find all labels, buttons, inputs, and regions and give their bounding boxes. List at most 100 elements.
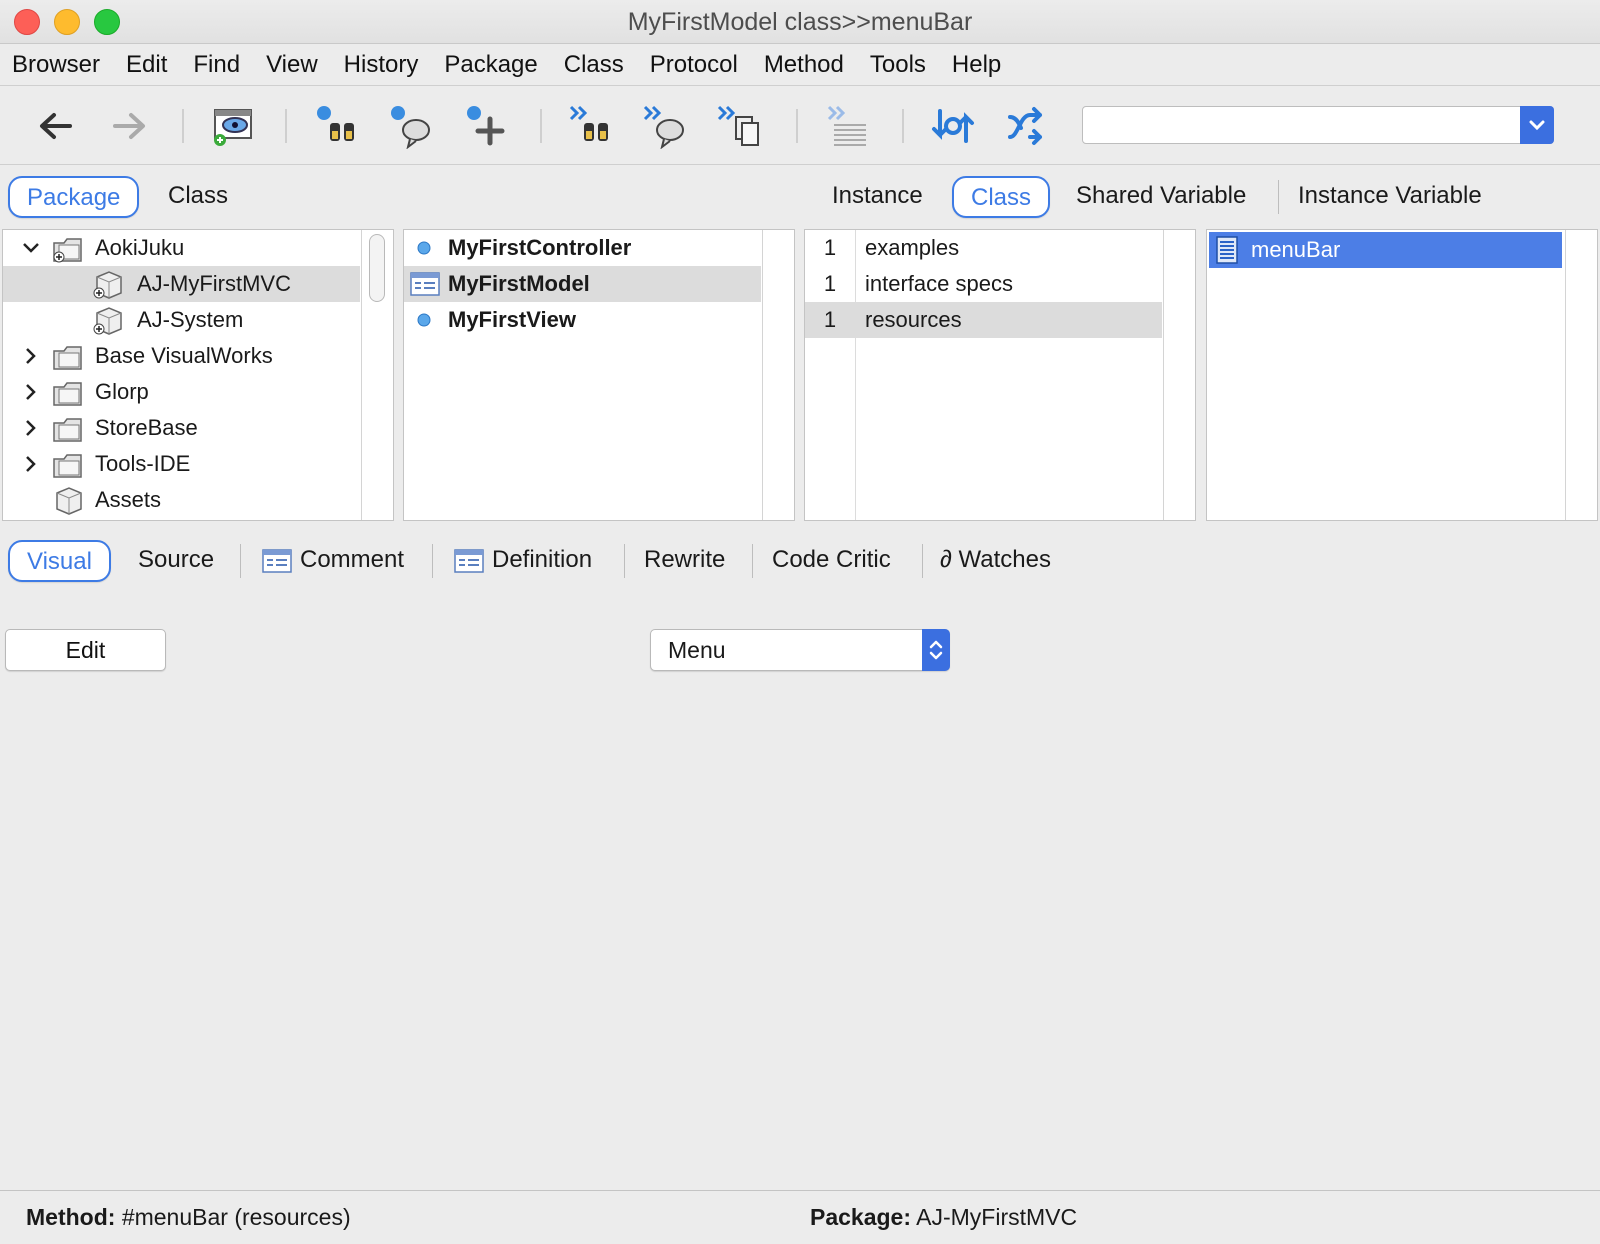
- protocol-item-interface-specs[interactable]: 1 interface specs: [805, 266, 1162, 302]
- protocol-scrollbar[interactable]: [1163, 230, 1195, 520]
- package-item-base-visualworks[interactable]: Base VisualWorks: [3, 338, 393, 374]
- tab-visual[interactable]: Visual: [8, 540, 111, 582]
- shuffle-icon: [1008, 107, 1042, 145]
- class-item-myfirstcontroller[interactable]: MyFirstController: [404, 230, 761, 266]
- package-label: AokiJuku: [95, 235, 185, 260]
- tab-separator: [624, 544, 625, 578]
- search-dropdown-button[interactable]: [1520, 106, 1554, 144]
- select-stepper[interactable]: [922, 629, 950, 671]
- find-method-button[interactable]: [566, 101, 616, 151]
- protocol-label: interface specs: [865, 271, 1013, 296]
- class-scrollbar[interactable]: [762, 230, 794, 520]
- method-item-menubar[interactable]: menuBar: [1209, 232, 1562, 268]
- menu-package[interactable]: Package: [444, 51, 537, 79]
- package-label: Base VisualWorks: [95, 343, 273, 368]
- up-down-chevron-icon: [929, 640, 943, 660]
- copy-method-button[interactable]: [714, 101, 764, 151]
- tab-separator: [432, 544, 433, 578]
- tab-instance[interactable]: Instance: [832, 176, 923, 218]
- chevron-right-icon[interactable]: [19, 344, 43, 368]
- scrollbar-thumb[interactable]: [369, 234, 385, 302]
- sync-icon: [932, 109, 974, 143]
- package-item-storebase[interactable]: StoreBase: [3, 410, 393, 446]
- package-folder-icon: [53, 382, 82, 406]
- toolbar-separator: [285, 109, 287, 143]
- package-label: AJ-System: [137, 307, 244, 332]
- find-references-button[interactable]: [386, 101, 436, 151]
- status-method-value: #menuBar (resources): [121, 1204, 351, 1230]
- class-window-icon: [410, 272, 440, 296]
- forward-button[interactable]: [105, 101, 155, 151]
- package-item-aokijuku[interactable]: AokiJuku: [3, 230, 393, 266]
- method-list[interactable]: menuBar: [1206, 229, 1598, 521]
- package-item-assets[interactable]: Assets: [3, 482, 393, 518]
- chevron-down-icon[interactable]: [19, 236, 43, 260]
- class-item-myfirstview[interactable]: MyFirstView: [404, 302, 761, 338]
- resource-spec-icon: [1216, 236, 1238, 264]
- package-item-aj-myfirstmvc[interactable]: AJ-MyFirstMVC: [3, 266, 360, 302]
- tab-shared-variable[interactable]: Shared Variable: [1076, 176, 1246, 218]
- tab-source[interactable]: Source: [138, 540, 214, 582]
- protocol-count: 1: [823, 271, 837, 296]
- protocol-item-examples[interactable]: 1 examples: [805, 230, 1162, 266]
- find-senders-button[interactable]: [640, 101, 690, 151]
- sync-button[interactable]: [928, 101, 978, 151]
- package-folder-icon: [53, 418, 82, 442]
- protocol-item-resources[interactable]: 1 resources: [805, 302, 1162, 338]
- class-label: MyFirstView: [448, 307, 576, 332]
- class-label: MyFirstModel: [448, 271, 590, 296]
- package-label: StoreBase: [95, 415, 198, 440]
- package-item-aj-system[interactable]: AJ-System: [3, 302, 393, 338]
- package-list[interactable]: AokiJuku AJ-MyFirstMVC AJ-System Base Vi…: [2, 229, 394, 521]
- menu-edit[interactable]: Edit: [126, 51, 167, 79]
- menu-help[interactable]: Help: [952, 51, 1001, 79]
- package-folder-icon: [53, 454, 82, 478]
- protocol-label: examples: [865, 235, 960, 260]
- tab-rewrite[interactable]: Rewrite: [644, 540, 725, 582]
- menu-find[interactable]: Find: [193, 51, 240, 79]
- package-item-tools-ide[interactable]: Tools-IDE: [3, 446, 393, 482]
- status-bar: Method: #menuBar (resources) Package: AJ…: [0, 1190, 1600, 1244]
- back-arrow-icon: [40, 113, 72, 139]
- tab-class-view[interactable]: Class: [168, 176, 228, 218]
- menu-class[interactable]: Class: [564, 51, 624, 79]
- tab-separator: [752, 544, 753, 578]
- tab-comment[interactable]: Comment: [262, 540, 404, 582]
- chevron-right-icon[interactable]: [19, 380, 43, 404]
- tab-package[interactable]: Package: [8, 176, 140, 218]
- method-scrollbar[interactable]: [1565, 230, 1597, 520]
- find-class-button[interactable]: [312, 101, 362, 151]
- tab-definition[interactable]: Definition: [454, 540, 592, 582]
- visual-launcher-button[interactable]: [208, 101, 258, 151]
- format-list-icon: [827, 105, 866, 146]
- toolbar-separator: [796, 109, 798, 143]
- menu-protocol[interactable]: Protocol: [650, 51, 738, 79]
- comment-window-icon: [262, 549, 292, 573]
- back-button[interactable]: [30, 101, 80, 151]
- resource-type-select[interactable]: Menu: [650, 629, 950, 671]
- format-list-button[interactable]: [824, 101, 874, 151]
- menu-method[interactable]: Method: [764, 51, 844, 79]
- chevron-right-icon[interactable]: [19, 452, 43, 476]
- class-list[interactable]: MyFirstController MyFirstModel MyFirstVi…: [403, 229, 795, 521]
- menu-tools[interactable]: Tools: [870, 51, 926, 79]
- toolbar-search-input[interactable]: [1083, 107, 1503, 141]
- menu-view[interactable]: View: [266, 51, 318, 79]
- class-item-myfirstmodel[interactable]: MyFirstModel: [404, 266, 761, 302]
- edit-button[interactable]: Edit: [5, 629, 166, 671]
- toolbar-separator: [540, 109, 542, 143]
- package-scrollbar[interactable]: [361, 230, 393, 520]
- menu-history[interactable]: History: [344, 51, 419, 79]
- chevron-right-icon[interactable]: [19, 416, 43, 440]
- tab-code-critic[interactable]: Code Critic: [772, 540, 891, 582]
- menu-browser[interactable]: Browser: [12, 51, 100, 79]
- package-folder-icon: [53, 238, 82, 263]
- protocol-list[interactable]: 1 examples 1 interface specs 1 resources: [804, 229, 1196, 521]
- tab-instance-variable[interactable]: Instance Variable: [1298, 176, 1482, 218]
- package-item-glorp[interactable]: Glorp: [3, 374, 393, 410]
- package-label: Assets: [95, 487, 162, 512]
- shuffle-button[interactable]: [1002, 101, 1052, 151]
- add-class-button[interactable]: [460, 101, 510, 151]
- tab-watches[interactable]: ∂ Watches: [940, 540, 1051, 582]
- tab-class-side[interactable]: Class: [952, 176, 1051, 218]
